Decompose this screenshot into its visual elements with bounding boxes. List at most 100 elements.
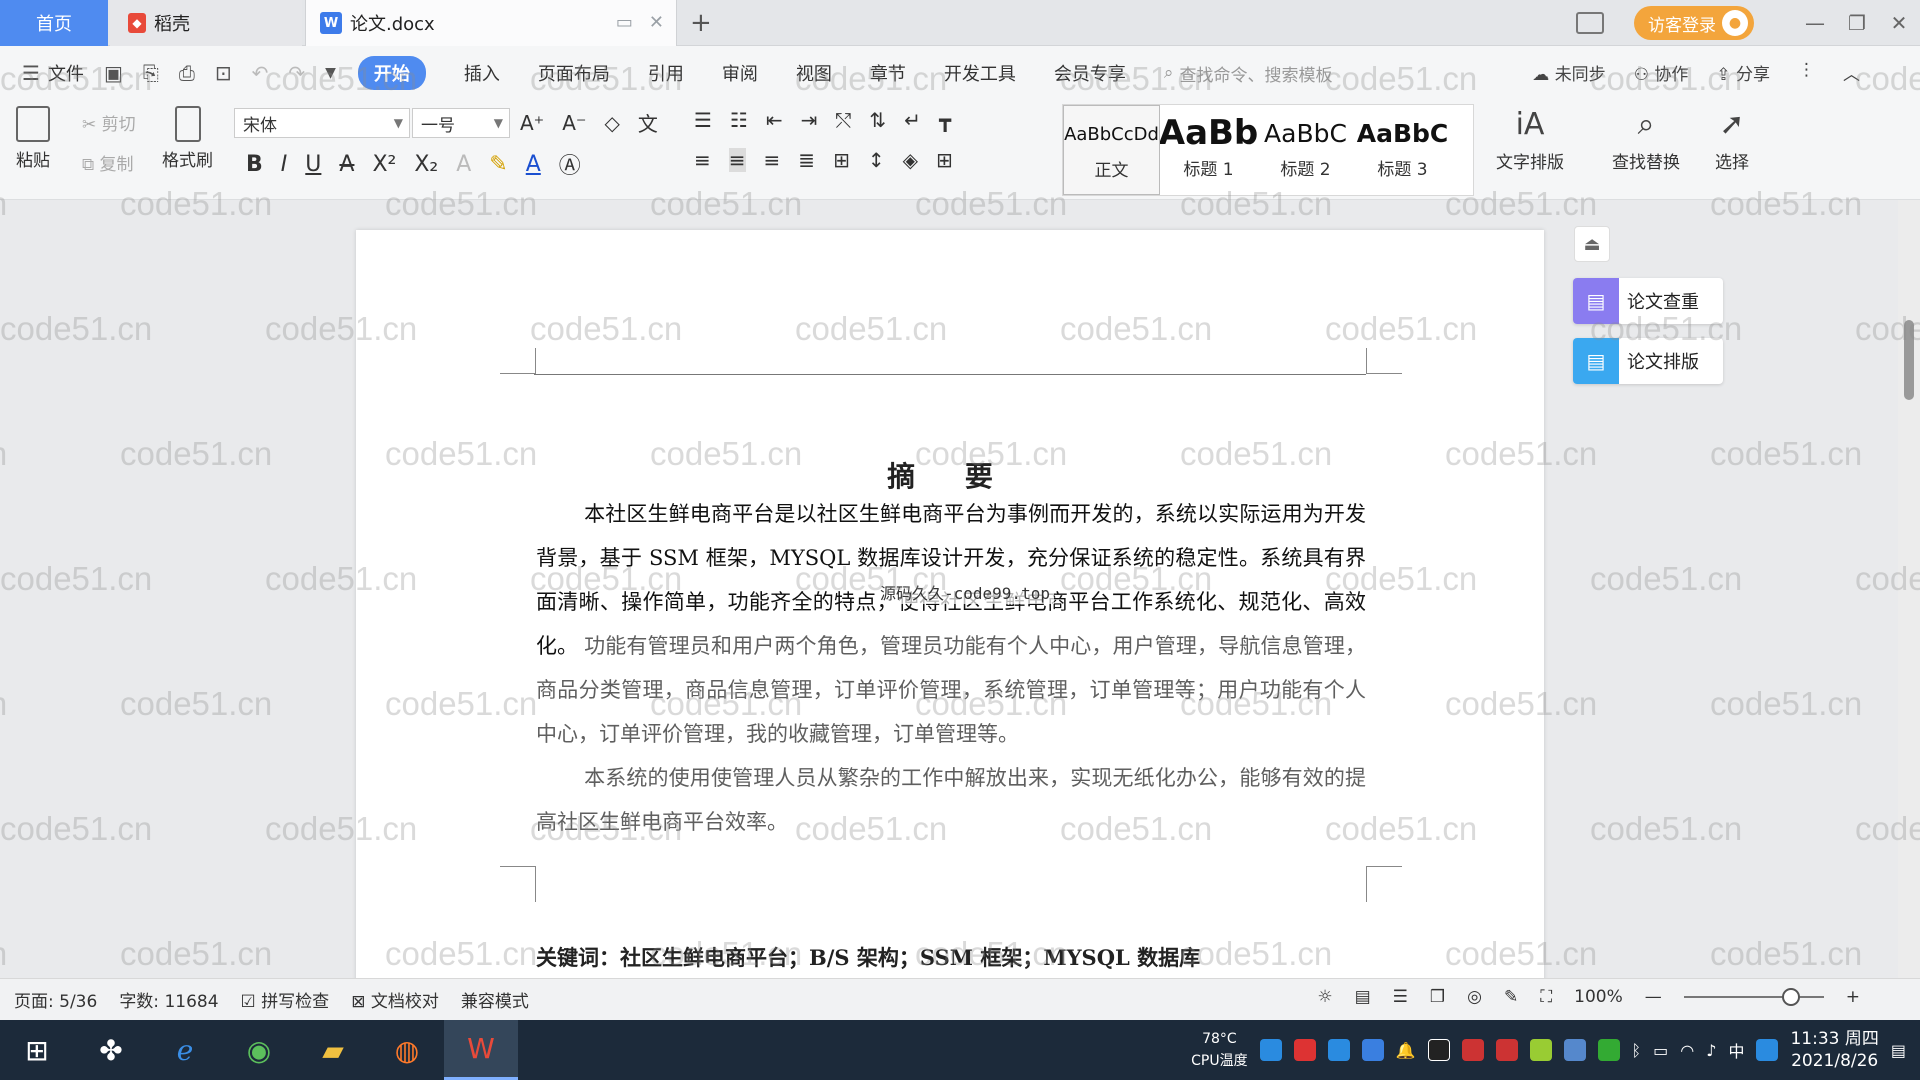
zoom-slider-knob[interactable]	[1781, 988, 1800, 1006]
zoom-slider[interactable]	[1683, 988, 1824, 1006]
visitor-login-button[interactable]: 访客登录 ●	[1634, 6, 1754, 40]
tray-app-icon[interactable]	[1529, 1039, 1552, 1061]
collapse-panel-icon[interactable]: ⏏	[1574, 226, 1610, 262]
write-mode-icon[interactable]: ✎	[1504, 987, 1518, 1007]
style-heading-1[interactable]: AaBb 标题 1	[1160, 105, 1257, 195]
tab-daoke[interactable]: ◆ 稻壳	[110, 0, 302, 46]
paper-layout-button[interactable]: ▤ 论文排版	[1573, 338, 1723, 384]
float-window-icon[interactable]: ▭	[616, 12, 633, 33]
menu-developer[interactable]: 开发工具	[944, 60, 1016, 86]
format-painter-button[interactable]: 格式刷	[162, 106, 213, 171]
print-preview-icon[interactable]: ⊡	[215, 61, 232, 85]
menu-section[interactable]: 章节	[870, 60, 906, 86]
line-spacing-icon[interactable]: ↕	[868, 148, 885, 172]
minimize-icon[interactable]: —	[1794, 11, 1836, 35]
menu-insert[interactable]: 插入	[464, 60, 500, 86]
word-count[interactable]: 字数: 11684	[119, 987, 218, 1012]
char-border-icon[interactable]: Ⓐ	[559, 148, 581, 180]
wps-app-icon[interactable]: W	[444, 1020, 518, 1080]
hamburger-icon[interactable]: ☰	[22, 61, 40, 85]
page-view-icon[interactable]: ▤	[1355, 987, 1371, 1007]
fit-page-icon[interactable]: ⛶	[1540, 987, 1552, 1007]
orange-app-icon[interactable]: ◍	[370, 1020, 444, 1080]
tray-app-icon[interactable]	[1259, 1039, 1282, 1061]
zoom-level[interactable]: 100%	[1574, 987, 1623, 1007]
ruler-icon[interactable]: ┳	[939, 108, 951, 132]
zoom-in-icon[interactable]: +	[1846, 987, 1860, 1007]
collapse-ribbon-icon[interactable]: ︿	[1843, 60, 1860, 85]
underline-icon[interactable]: U	[305, 152, 321, 177]
spell-check-button[interactable]: ☑ 拼写检查	[241, 987, 330, 1012]
text-layout-button[interactable]: ⅰA 文字排版	[1496, 106, 1564, 174]
border-icon[interactable]: ⊞	[936, 148, 953, 172]
italic-icon[interactable]: I	[281, 152, 288, 177]
volume-icon[interactable]: ♪	[1706, 1041, 1716, 1060]
undo-icon[interactable]: ↶	[252, 61, 269, 85]
read-view-icon[interactable]: ❒	[1430, 987, 1445, 1007]
ie-browser-icon[interactable]: ℯ	[148, 1020, 222, 1080]
menu-member[interactable]: 会员专享	[1054, 60, 1126, 86]
tab-home[interactable]: 首页	[0, 0, 108, 46]
menu-start[interactable]: 开始	[357, 56, 426, 90]
shield-icon[interactable]	[1361, 1039, 1384, 1061]
font-name-select[interactable]: 宋体 ▼	[234, 108, 410, 138]
paper-check-button[interactable]: ▤ 论文查重	[1573, 278, 1723, 324]
chevron-down-icon[interactable]: ▼	[325, 65, 336, 81]
grow-font-icon[interactable]: A⁺	[520, 111, 544, 135]
input-method-icon[interactable]	[1756, 1039, 1779, 1061]
align-center-icon[interactable]: ≡	[728, 148, 746, 172]
paste-button[interactable]: 粘贴	[16, 106, 50, 171]
layout-switch-icon[interactable]	[1576, 12, 1604, 34]
tray-app-icon[interactable]	[1293, 1039, 1316, 1061]
redo-icon[interactable]: ↷	[288, 61, 305, 85]
tray-app-icon[interactable]	[1461, 1039, 1484, 1061]
select-button[interactable]: ➚ 选择	[1714, 106, 1750, 174]
nvidia-icon[interactable]	[1597, 1039, 1620, 1061]
new-tab-button[interactable]: +	[690, 8, 712, 38]
clear-format-icon[interactable]: ◇	[605, 111, 620, 135]
increase-indent-icon[interactable]: ⇥	[801, 108, 818, 132]
print-icon[interactable]: ⎙	[179, 61, 195, 85]
decrease-indent-icon[interactable]: ⇤	[766, 108, 783, 132]
ime-indicator[interactable]: 中	[1728, 1038, 1744, 1062]
bell-icon[interactable]: 🔔	[1396, 1041, 1416, 1060]
find-replace-button[interactable]: ⌕ 查找替换	[1612, 106, 1680, 174]
style-heading-3[interactable]: AaBbC 标题 3	[1354, 105, 1451, 195]
copy-button[interactable]: ⧉ 复制	[82, 150, 134, 175]
command-search[interactable]: ⌕ 查找命令、搜索模板	[1164, 61, 1333, 86]
strikethrough-icon[interactable]: A	[339, 152, 354, 177]
style-heading-2[interactable]: AaBbC 标题 2	[1257, 105, 1354, 195]
style-normal[interactable]: AaBbCcDd 正文	[1063, 105, 1160, 195]
file-explorer-icon[interactable]: ▰	[296, 1020, 370, 1080]
save-icon[interactable]: ▣	[104, 61, 123, 85]
tray-app-icon[interactable]	[1495, 1039, 1518, 1061]
abstract-paragraph-3[interactable]: 本系统的使用使管理人员从繁杂的工作中解放出来，实现无纸化办公，能够有效的提高社区…	[536, 756, 1366, 844]
align-right-icon[interactable]: ≡	[764, 148, 781, 172]
menu-file[interactable]: 文件	[48, 60, 84, 86]
menu-review[interactable]: 审阅	[722, 60, 758, 86]
distribute-icon[interactable]: ⊞	[833, 148, 850, 172]
restore-icon[interactable]: ❐	[1836, 11, 1878, 35]
chinese-layout-icon[interactable]: ⤲	[835, 108, 851, 132]
menu-view[interactable]: 视图	[796, 60, 832, 86]
subscript-icon[interactable]: X₂	[414, 152, 438, 177]
tab-document[interactable]: W 论文.docx ▭ ✕	[305, 0, 677, 46]
bullet-list-icon[interactable]: ☰	[694, 108, 712, 132]
align-left-icon[interactable]: ≡	[694, 148, 711, 172]
browser-360-icon[interactable]: ◉	[222, 1020, 296, 1080]
font-size-select[interactable]: 一号 ▼	[412, 108, 510, 138]
tray-app-icon[interactable]	[1563, 1039, 1586, 1061]
sort-icon[interactable]: ⇅	[869, 108, 886, 132]
fan-app-icon[interactable]: ✤	[74, 1020, 148, 1080]
share-button[interactable]: ⇪ 分享	[1716, 60, 1770, 85]
cut-button[interactable]: ✂ 剪切	[82, 110, 136, 135]
web-view-icon[interactable]: ◎	[1467, 987, 1482, 1007]
notification-icon[interactable]: ▤	[1891, 1041, 1906, 1060]
font-color-icon[interactable]: A	[526, 152, 541, 177]
zoom-out-icon[interactable]: —	[1645, 987, 1662, 1007]
close-window-icon[interactable]: ✕	[1878, 11, 1920, 35]
document-area[interactable]: 摘 要 本社区生鲜电商平台是以社区生鲜电商平台为事例而开发的，系统以实际运用为开…	[0, 200, 1920, 978]
menu-references[interactable]: 引用	[648, 60, 684, 86]
clock[interactable]: 11:33 周四 2021/8/26	[1790, 1028, 1878, 1072]
windows-start-icon[interactable]: ⊞	[0, 1020, 74, 1080]
